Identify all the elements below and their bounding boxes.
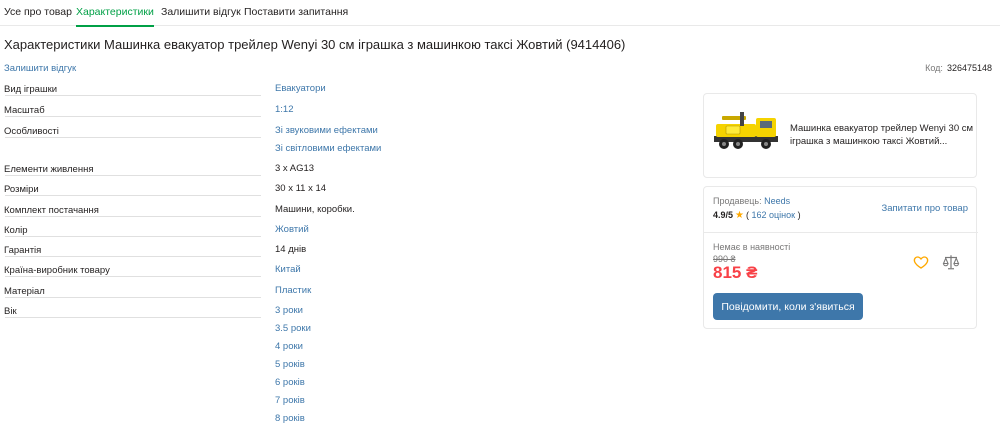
spec-row: Особливості Зі звуковими ефектами Зі світл… — [0, 122, 660, 154]
spec-name: Елементи живлення — [4, 164, 94, 175]
spec-value-link[interactable]: 3 роки — [275, 302, 655, 320]
notify-when-available-button[interactable]: Повідомити, коли з'явиться — [713, 293, 863, 320]
ask-about-product-link[interactable]: Запитати про товар — [882, 203, 968, 214]
spec-value: 3 x AG13 — [275, 163, 315, 174]
tab-all-about[interactable]: Усе про товар — [4, 6, 72, 18]
spec-value-link[interactable]: 6 років — [275, 374, 655, 392]
spec-row: Гарантія 14 днів — [0, 241, 660, 261]
spec-values: 14 днів — [275, 241, 655, 259]
spec-value-link[interactable]: 8 років — [275, 410, 655, 428]
spec-value-link[interactable]: Зі звуковими ефектами — [275, 122, 655, 140]
seller-header: Продавець: Needs 4.9/5 ★( 162 оцінок ) За… — [704, 187, 978, 233]
spec-value-link[interactable]: Евакуатори — [275, 80, 655, 98]
spec-divider — [5, 317, 261, 318]
reviews-paren-close: ) — [795, 210, 801, 220]
spec-divider — [5, 195, 261, 196]
spec-values: 3 роки 3.5 роки 4 роки 5 років 6 років 7 рокі… — [275, 302, 655, 428]
spec-value-link[interactable]: Китай — [275, 261, 655, 279]
spec-divider — [5, 175, 261, 176]
spec-divider — [5, 216, 261, 217]
spec-value-link[interactable]: 1:12 — [275, 101, 655, 119]
stock-status: Немає в наявності — [713, 242, 791, 252]
spec-row: Елементи живлення 3 x AG13 — [0, 160, 660, 180]
seller-info: Продавець: Needs — [713, 196, 790, 206]
spec-values: Жовтий — [275, 221, 655, 239]
rating-value: 4.9/5 — [713, 210, 734, 220]
product-image — [714, 112, 778, 149]
spec-name: Країна-виробник товару — [4, 265, 110, 276]
current-price: 815 ₴ — [713, 263, 758, 282]
spec-values: Машини, коробки. — [275, 201, 655, 219]
spec-divider — [5, 276, 261, 277]
spec-value-link[interactable]: Жовтий — [275, 221, 655, 239]
spec-divider — [5, 137, 261, 138]
code-label: Код: — [925, 63, 943, 73]
code-value: 326475148 — [946, 63, 992, 73]
spec-name: Вік — [4, 306, 17, 317]
reviews-count-link[interactable]: 162 оцінок — [752, 210, 796, 220]
product-card[interactable]: Машинка евакуатор трейлер Wenyi 30 см іг… — [703, 93, 977, 178]
spec-value-link[interactable]: 4 роки — [275, 338, 655, 356]
star-icon: ★ — [735, 210, 744, 221]
spec-values: 3 x AG13 — [275, 160, 655, 178]
spec-row: Колір Жовтий — [0, 221, 660, 241]
tab-ask-question[interactable]: Поставити запитання — [244, 6, 348, 18]
seller-rating: 4.9/5 ★( 162 оцінок ) — [713, 210, 801, 221]
spec-value-link[interactable]: Зі світловими ефектами — [275, 140, 655, 158]
spec-value: 14 днів — [275, 244, 307, 255]
seller-label: Продавець: — [713, 196, 762, 206]
spec-name: Розміри — [4, 184, 39, 195]
spec-divider — [5, 95, 261, 96]
spec-row: Комплект постачання Машини, коробки. — [0, 201, 660, 221]
spec-name: Колір — [4, 225, 28, 236]
spec-row: Країна-виробник товару Китай — [0, 261, 660, 281]
seller-box: Продавець: Needs 4.9/5 ★( 162 оцінок ) За… — [703, 186, 978, 329]
spec-values: Зі звуковими ефектами Зі світловими ефект… — [275, 122, 655, 158]
spec-row: Вік 3 роки 3.5 роки 4 роки 5 років 6 років 7 р… — [0, 302, 660, 424]
spec-value-link[interactable]: 7 років — [275, 392, 655, 410]
spec-name: Комплект постачання — [4, 205, 99, 216]
spec-row: Розміри 30 x 11 x 14 — [0, 180, 660, 200]
spec-values: 1:12 — [275, 101, 655, 119]
tab-characteristics[interactable]: Характеристики — [76, 6, 154, 27]
product-card-title[interactable]: Машинка евакуатор трейлер Wenyi 30 см іг… — [790, 122, 974, 148]
page-title: Характеристики Машинка евакуатор трейлер… — [4, 37, 626, 52]
spec-divider — [5, 236, 261, 237]
spec-row: Вид іграшки Евакуатори — [0, 80, 660, 100]
spec-values: 30 x 11 x 14 — [275, 180, 655, 198]
spec-row: Масштаб 1:12 — [0, 101, 660, 121]
spec-value-link[interactable]: 3.5 роки — [275, 320, 655, 338]
product-tabs: Усе про товар Характеристики Залишити ві… — [0, 0, 1000, 27]
spec-divider — [5, 297, 261, 298]
spec-name: Вид іграшки — [4, 84, 58, 95]
spec-name: Матеріал — [4, 286, 45, 297]
tab-leave-review[interactable]: Залишити відгук — [161, 6, 241, 18]
spec-value: 30 x 11 x 14 — [275, 183, 327, 194]
seller-name-link[interactable]: Needs — [764, 196, 790, 206]
spec-value-link[interactable]: Пластик — [275, 282, 655, 300]
spec-name: Масштаб — [4, 105, 45, 116]
product-code: Код: 326475148 — [925, 63, 992, 73]
spec-values: Евакуатори — [275, 80, 655, 98]
spec-divider — [5, 256, 261, 257]
spec-name: Особливості — [4, 126, 59, 137]
spec-row: Матеріал Пластик — [0, 282, 660, 302]
spec-value-link[interactable]: 5 років — [275, 356, 655, 374]
spec-values: Пластик — [275, 282, 655, 300]
compare-scales-icon[interactable] — [942, 253, 960, 271]
heart-icon[interactable] — [913, 254, 929, 270]
spec-values: Китай — [275, 261, 655, 279]
spec-value: Машини, коробки. — [275, 204, 355, 215]
spec-name: Гарантія — [4, 245, 42, 256]
leave-review-link[interactable]: Залишити відгук — [4, 63, 76, 74]
spec-divider — [5, 116, 261, 117]
